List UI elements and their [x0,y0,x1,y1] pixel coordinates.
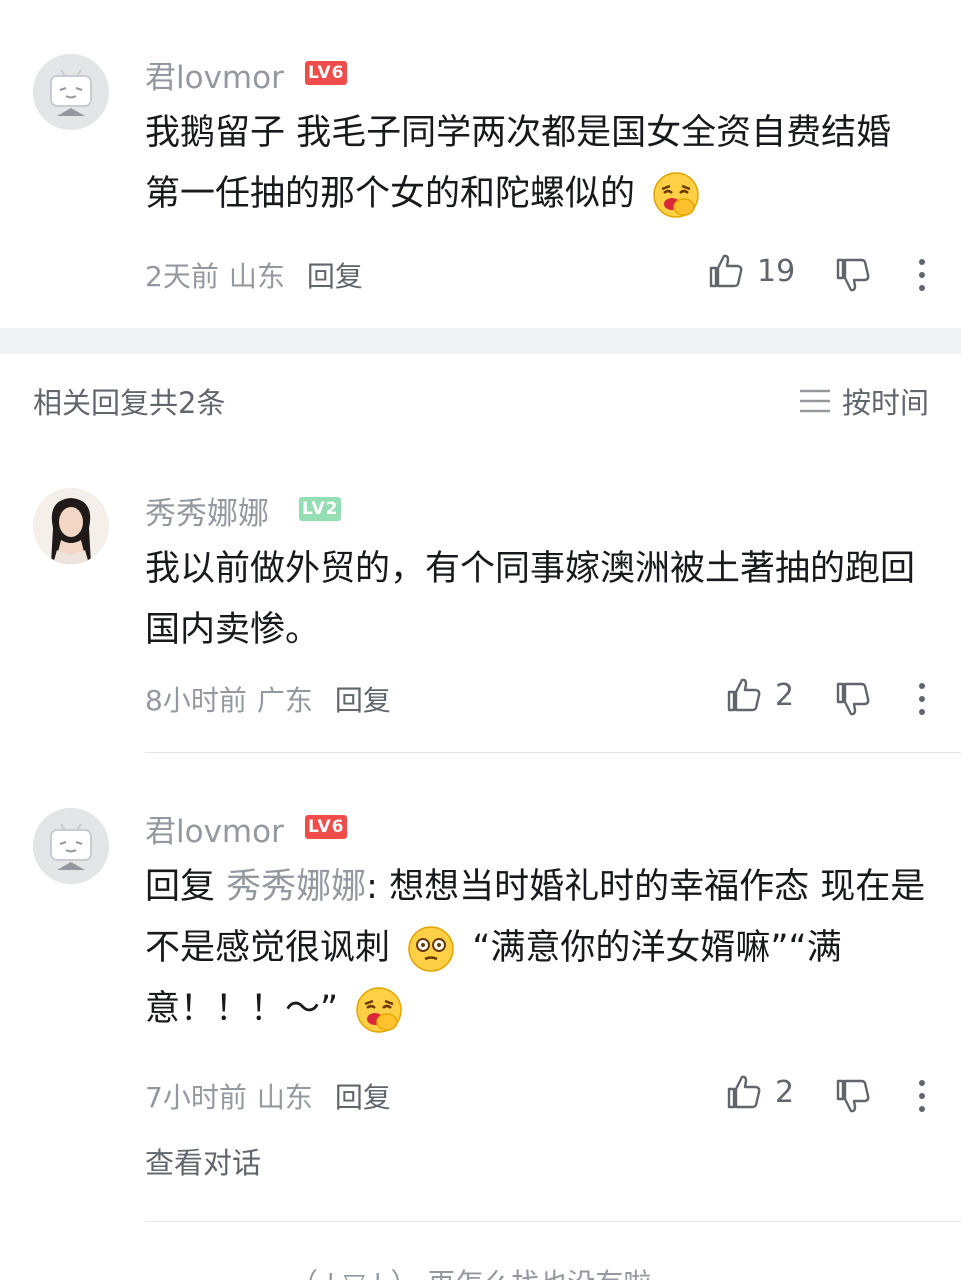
thumbs-up-icon [709,254,743,288]
location: 广东 [256,684,313,717]
thumbs-down-icon[interactable] [834,1077,872,1115]
level-badge: LV6 [305,815,348,839]
thumbs-down-icon[interactable] [834,680,872,718]
comment-text-body: 我鹅留子 我毛子同学两次都是国女全资自费结婚 第一任抽的那个女的和陀螺似的 [145,113,892,214]
timestamp: 7小时前 [145,1081,247,1114]
level-badge: LV2 [299,497,342,521]
bilibili-tv-avatar-icon [33,808,109,884]
username[interactable]: 秀秀娜娜 [145,488,269,533]
more-options-icon[interactable] [915,256,929,294]
dizzy-face-emoji-icon [408,926,454,972]
thumbs-up-icon [727,1075,761,1109]
like-button[interactable]: 19 [707,252,795,290]
reply-meta: 8小时前 广东 回复 [145,679,391,719]
level-badge: LV6 [305,61,348,85]
sort-lines-icon [799,389,830,413]
reply-button[interactable]: 回复 [335,1081,391,1114]
reply-to-username[interactable]: 秀秀娜娜 [226,867,366,907]
like-count: 2 [775,677,795,713]
avatar[interactable] [33,808,109,884]
end-of-list-text: （ ' ▽ ' ） 再怎么找也没有啦 [290,1262,651,1280]
view-conversation-link[interactable]: 查看对话 [145,1140,261,1182]
like-count: 2 [775,1074,795,1110]
more-options-icon[interactable] [915,680,929,718]
reply-text: 我以前做外贸的，有个同事嫁澳洲被土著抽的跑回国内卖惨。 [145,549,916,650]
laugh-cover-mouth-emoji-icon [653,172,699,218]
laugh-cover-mouth-emoji-icon [356,987,403,1033]
timestamp: 2天前 [145,260,219,293]
replies-count-title: 相关回复共2条 [33,386,226,420]
avatar[interactable] [33,54,109,130]
more-options-icon[interactable] [915,1077,929,1115]
bilibili-tv-avatar-icon [33,54,109,130]
sort-label: 按时间 [841,386,929,420]
username[interactable]: 君lovmor [145,806,284,851]
reply-separator [145,1221,961,1222]
reply-meta: 7小时前 山东 回复 [145,1076,391,1116]
like-button[interactable]: 2 [725,676,794,714]
location: 山东 [228,260,285,293]
username[interactable]: 君lovmor [145,52,284,97]
reply-separator [145,752,961,753]
like-count: 19 [757,253,796,289]
comment-meta: 2天前 山东 回复 [145,255,363,295]
user-photo-avatar [33,488,109,564]
sort-button[interactable]: 按时间 [798,380,929,422]
comment-text: 我鹅留子 我毛子同学两次都是国女全资自费结婚 第一任抽的那个女的和陀螺似的 [145,103,931,225]
reply-button[interactable]: 回复 [335,684,391,717]
reply-button[interactable]: 回复 [307,260,363,293]
reply-text: 回复 秀秀娜娜: 想想当时婚礼时的幸福作态 现在是不是感觉很讽刺 “满意你的洋女… [145,857,931,1040]
timestamp: 8小时前 [145,684,247,717]
avatar[interactable] [33,488,109,564]
section-divider [0,328,961,354]
reply-prefix: 回复 [145,867,216,907]
thumbs-down-icon[interactable] [834,256,872,294]
location: 山东 [256,1081,313,1114]
like-button[interactable]: 2 [725,1073,794,1111]
thumbs-up-icon [727,678,761,712]
